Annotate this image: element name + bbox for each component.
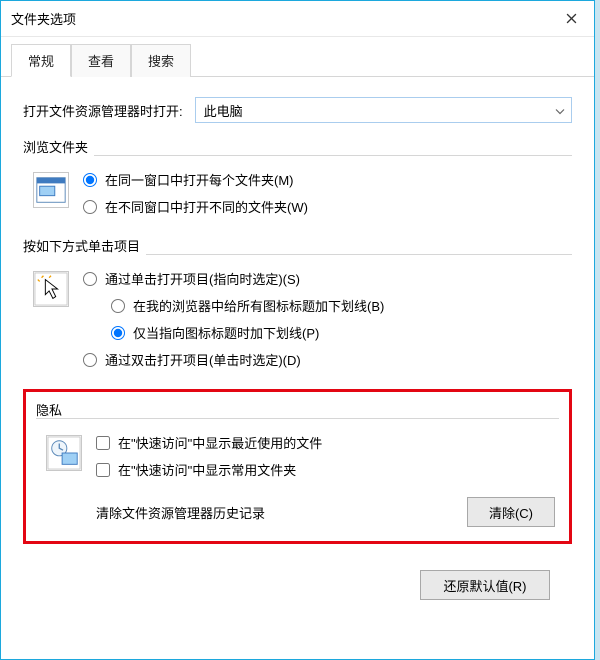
radio-new-window[interactable]: 在不同窗口中打开不同的文件夹(W): [83, 197, 568, 216]
radio-label: 在我的浏览器中给所有图标标题加下划线(B): [133, 296, 384, 315]
radio-input[interactable]: [111, 299, 125, 313]
radio-label: 通过双击打开项目(单击时选定)(D): [105, 350, 301, 369]
checkbox-label: 在"快速访问"中显示常用文件夹: [118, 460, 296, 479]
checkbox-input[interactable]: [96, 436, 110, 450]
checkbox-label: 在"快速访问"中显示最近使用的文件: [118, 433, 322, 452]
folder-options-window: 文件夹选项 常规 查看 搜索 打开文件资源管理器时打开: 此电脑 浏览文件夹: [0, 0, 595, 660]
checkbox-frequent-folders[interactable]: 在"快速访问"中显示常用文件夹: [96, 460, 555, 479]
radio-input[interactable]: [111, 326, 125, 340]
open-with-label: 打开文件资源管理器时打开:: [23, 101, 183, 120]
clear-history-row: 清除文件资源管理器历史记录 清除(C): [96, 497, 555, 527]
click-items-group: 按如下方式单击项目 通过单击打开项目(指向时选定)(S): [23, 236, 572, 373]
radio-label: 通过单击打开项目(指向时选定)(S): [105, 269, 300, 288]
radio-single-click[interactable]: 通过单击打开项目(指向时选定)(S): [83, 269, 568, 288]
radio-underline-hover[interactable]: 仅当指向图标标题时加下划线(P): [83, 323, 568, 342]
radio-same-window[interactable]: 在同一窗口中打开每个文件夹(M): [83, 170, 568, 189]
restore-defaults-button[interactable]: 还原默认值(R): [420, 570, 550, 600]
checkbox-input[interactable]: [96, 463, 110, 477]
open-with-select[interactable]: 此电脑: [195, 97, 572, 123]
clear-history-label: 清除文件资源管理器历史记录: [96, 503, 451, 522]
browse-folders-group: 浏览文件夹 在同一窗口中打开每个文件夹(M): [23, 137, 572, 220]
tab-general[interactable]: 常规: [11, 44, 71, 77]
folder-window-icon: [31, 170, 71, 216]
privacy-group: 隐私 在"快速访问"中显示最近使用的文件: [23, 389, 572, 544]
open-with-value: 此电脑: [204, 101, 243, 120]
privacy-title: 隐私: [36, 400, 68, 419]
clear-button[interactable]: 清除(C): [467, 497, 555, 527]
checkbox-recent-files[interactable]: 在"快速访问"中显示最近使用的文件: [96, 433, 555, 452]
radio-input[interactable]: [83, 353, 97, 367]
radio-underline-all[interactable]: 在我的浏览器中给所有图标标题加下划线(B): [83, 296, 568, 315]
browse-folders-title: 浏览文件夹: [23, 137, 94, 156]
radio-input[interactable]: [83, 173, 97, 187]
radio-label: 在同一窗口中打开每个文件夹(M): [105, 170, 294, 189]
click-items-title: 按如下方式单击项目: [23, 236, 146, 255]
radio-input[interactable]: [83, 200, 97, 214]
chevron-down-icon: [555, 103, 565, 118]
radio-label: 仅当指向图标标题时加下划线(P): [133, 323, 319, 342]
open-with-row: 打开文件资源管理器时打开: 此电脑: [23, 97, 572, 123]
radio-label: 在不同窗口中打开不同的文件夹(W): [105, 197, 308, 216]
close-icon: [566, 13, 577, 24]
radio-input[interactable]: [83, 272, 97, 286]
tab-content-general: 打开文件资源管理器时打开: 此电脑 浏览文件夹: [1, 77, 594, 659]
titlebar: 文件夹选项: [1, 1, 594, 37]
close-button[interactable]: [548, 1, 594, 37]
recent-items-icon: [44, 433, 84, 527]
window-title: 文件夹选项: [11, 9, 548, 28]
footer-row: 还原默认值(R): [23, 560, 572, 600]
pointer-icon: [31, 269, 71, 369]
tab-view[interactable]: 查看: [71, 44, 131, 77]
tab-strip: 常规 查看 搜索: [1, 41, 594, 77]
radio-double-click[interactable]: 通过双击打开项目(单击时选定)(D): [83, 350, 568, 369]
tab-search[interactable]: 搜索: [131, 44, 191, 77]
